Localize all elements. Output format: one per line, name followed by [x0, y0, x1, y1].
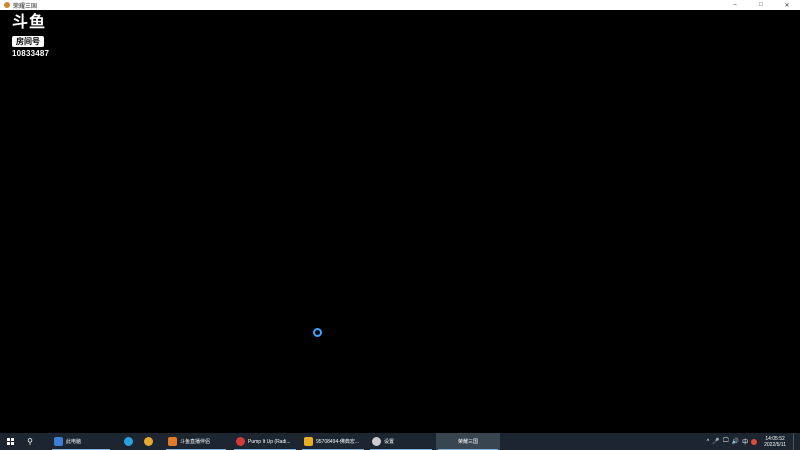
taskbar-app-95708494[interactable]: 95708494-佛典宏... [300, 433, 366, 450]
taskbar-app-label: Pump It Up (Radi... [248, 438, 291, 445]
taskbar-app-label: 设置 [384, 439, 395, 445]
taskbar-app-label: 95708494-佛典宏... [316, 439, 360, 445]
title-bar: 荣耀三国 – □ ✕ [0, 0, 800, 10]
chevron-up-icon[interactable]: ^ [707, 439, 710, 445]
taskbar-app-label: 斗鱼直播伴侣 [180, 439, 211, 445]
start-button[interactable] [0, 433, 20, 450]
taskbar: ⚲ 此电脑 斗鱼直播伴侣 Pump It Up (Radi... 9570849… [0, 433, 800, 450]
douyu-watermark: 斗鱼 房间号 10833487 [12, 13, 58, 58]
window-title: 荣耀三国 [13, 3, 38, 10]
room-number: 10833487 [12, 49, 50, 58]
ime-indicator[interactable]: 中 [742, 437, 748, 446]
app-icon [4, 2, 10, 8]
settings-icon [372, 437, 381, 446]
taskbar-app-game[interactable]: 荣耀三国 [436, 433, 500, 450]
loading-spinner-icon [313, 328, 322, 337]
minimize-button[interactable]: – [722, 0, 748, 10]
taskbar-app-music[interactable]: Pump It Up (Radi... [232, 433, 298, 450]
music-icon [236, 437, 245, 446]
clock[interactable]: 14:05:52 2022/5/11 [764, 436, 786, 448]
search-icon: ⚲ [27, 437, 33, 446]
room-badge: 房间号 [12, 36, 44, 47]
douyu-icon [168, 437, 177, 446]
clock-date: 2022/5/11 [764, 441, 786, 448]
tray-app-icon[interactable] [751, 438, 758, 445]
volume-icon[interactable]: 🔊 [732, 438, 739, 445]
taskbar-app-this-pc[interactable]: 此电脑 [50, 433, 112, 450]
taskbar-app-label: 此电脑 [66, 439, 82, 445]
network-icon[interactable]: 🖵 [723, 438, 729, 445]
windows-logo-icon [6, 438, 14, 445]
show-desktop-button[interactable] [793, 433, 796, 450]
clock-time: 14:05:52 [765, 435, 785, 442]
search-button[interactable]: ⚲ [20, 433, 40, 450]
taskbar-app-label: 荣耀三国 [457, 439, 478, 445]
taskbar-app-settings[interactable]: 设置 [368, 433, 434, 450]
system-tray: ^ 🎤 🖵 🔊 中 14:05:52 2022/5/11 [707, 433, 800, 450]
computer-icon [54, 437, 63, 446]
taskbar-app-edge[interactable] [118, 433, 138, 450]
maximize-button[interactable]: □ [748, 0, 774, 10]
douyu-logo: 斗鱼 [12, 12, 47, 31]
close-button[interactable]: ✕ [774, 0, 800, 10]
taskbar-app-douyu[interactable]: 斗鱼直播伴侣 [164, 433, 228, 450]
app-icon [304, 437, 313, 446]
microphone-icon[interactable]: 🎤 [712, 438, 719, 445]
edge-icon [123, 437, 133, 446]
window-controls: – □ ✕ [722, 0, 800, 10]
taskbar-app-chrome[interactable] [138, 433, 158, 450]
chrome-icon [143, 437, 153, 446]
